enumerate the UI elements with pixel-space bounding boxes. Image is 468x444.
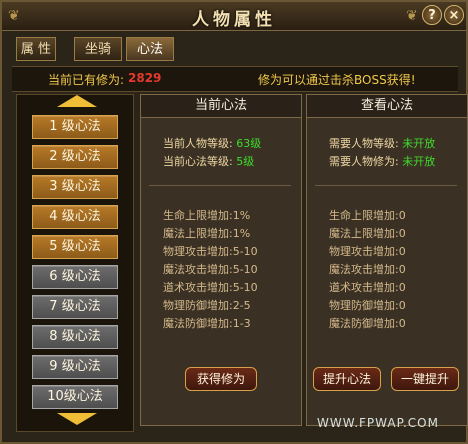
- level-button-1[interactable]: 1 级心法: [32, 115, 118, 139]
- level-button-2[interactable]: 2 级心法: [32, 145, 118, 169]
- need-cultivation-value: 未开放: [402, 155, 436, 168]
- divider: [149, 185, 291, 186]
- tab-mount[interactable]: 坐骑: [74, 37, 122, 61]
- current-mind-level-label: 当前心法等级:: [163, 155, 233, 168]
- current-cultivation-value: 2829: [128, 71, 162, 85]
- cultivation-summary: 当前已有修为: 2829 修为可以通过击杀BOSS获得!: [12, 66, 458, 92]
- help-icon[interactable]: ?: [422, 5, 442, 25]
- watermark: WWW.FPWAP.COM: [317, 416, 439, 430]
- need-cultivation-row: 需要人物修为: 未开放: [329, 153, 435, 169]
- current-mind-title: 当前心法: [141, 95, 301, 118]
- scroll-up-arrow-icon[interactable]: [57, 95, 97, 107]
- level-button-5[interactable]: 5 级心法: [32, 235, 118, 259]
- view-stat-row: 生命上限增加:0: [329, 209, 406, 222]
- title-bar: ❦ 人物属性 ❦ ? ×: [2, 2, 466, 31]
- need-char-level-row: 需要人物等级: 未开放: [329, 135, 435, 151]
- current-mind-panel: 当前心法 当前人物等级: 63级 当前心法等级: 5级 生命上限增加:1% 魔法…: [140, 94, 302, 426]
- need-char-level-label: 需要人物等级:: [329, 137, 399, 150]
- tab-attributes[interactable]: 属 性: [16, 37, 56, 61]
- level-button-3[interactable]: 3 级心法: [32, 175, 118, 199]
- current-char-level-value: 63级: [236, 137, 262, 150]
- view-mind-panel: 查看心法 需要人物等级: 未开放 需要人物修为: 未开放 生命上限增加:0 魔法…: [306, 94, 468, 426]
- current-cultivation-label: 当前已有修为:: [48, 73, 125, 87]
- current-stat-row: 生命上限增加:1%: [163, 209, 251, 222]
- current-stat-row: 魔法攻击增加:5-10: [163, 263, 258, 276]
- need-cultivation-label: 需要人物修为:: [329, 155, 399, 168]
- view-stat-row: 道术攻击增加:0: [329, 281, 406, 294]
- current-mind-level-row: 当前心法等级: 5级: [163, 153, 254, 169]
- tab-mind-method[interactable]: 心法: [126, 37, 174, 61]
- level-button-10[interactable]: 10级心法: [32, 385, 118, 409]
- current-char-level-row: 当前人物等级: 63级: [163, 135, 261, 151]
- one-click-upgrade-button[interactable]: 一键提升: [391, 367, 459, 391]
- level-button-8[interactable]: 8 级心法: [32, 325, 118, 349]
- view-stat-row: 魔法攻击增加:0: [329, 263, 406, 276]
- level-button-9[interactable]: 9 级心法: [32, 355, 118, 379]
- level-button-6[interactable]: 6 级心法: [32, 265, 118, 289]
- level-button-7[interactable]: 7 级心法: [32, 295, 118, 319]
- obtain-cultivation-button[interactable]: 获得修为: [185, 367, 257, 391]
- view-stat-row: 魔法防御增加:0: [329, 317, 406, 330]
- current-stat-row: 物理攻击增加:5-10: [163, 245, 258, 258]
- current-stat-row: 物理防御增加:2-5: [163, 299, 251, 312]
- view-mind-title: 查看心法: [307, 95, 467, 118]
- level-list: 1 级心法 2 级心法 3 级心法 4 级心法 5 级心法 6 级心法 7 级心…: [16, 94, 134, 432]
- current-stat-row: 魔法防御增加:1-3: [163, 317, 251, 330]
- current-stat-row: 魔法上限增加:1%: [163, 227, 251, 240]
- title-right-ornament: ❦: [406, 8, 418, 24]
- view-stat-row: 物理防御增加:0: [329, 299, 406, 312]
- current-stat-row: 道术攻击增加:5-10: [163, 281, 258, 294]
- close-icon[interactable]: ×: [444, 5, 464, 25]
- scroll-down-arrow-icon[interactable]: [57, 413, 97, 425]
- window-title: 人物属性: [192, 10, 276, 30]
- view-stat-row: 魔法上限增加:0: [329, 227, 406, 240]
- current-mind-level-value: 5级: [236, 155, 255, 168]
- view-stat-row: 物理攻击增加:0: [329, 245, 406, 258]
- character-attributes-window: ❦ 人物属性 ❦ ? × 属 性 坐骑 心法 当前已有修为: 2829 修为可以…: [0, 0, 468, 444]
- cultivation-hint: 修为可以通过击杀BOSS获得!: [258, 73, 416, 87]
- upgrade-mind-button[interactable]: 提升心法: [313, 367, 381, 391]
- divider: [315, 185, 457, 186]
- need-char-level-value: 未开放: [402, 137, 436, 150]
- level-button-4[interactable]: 4 级心法: [32, 205, 118, 229]
- current-char-level-label: 当前人物等级:: [163, 137, 233, 150]
